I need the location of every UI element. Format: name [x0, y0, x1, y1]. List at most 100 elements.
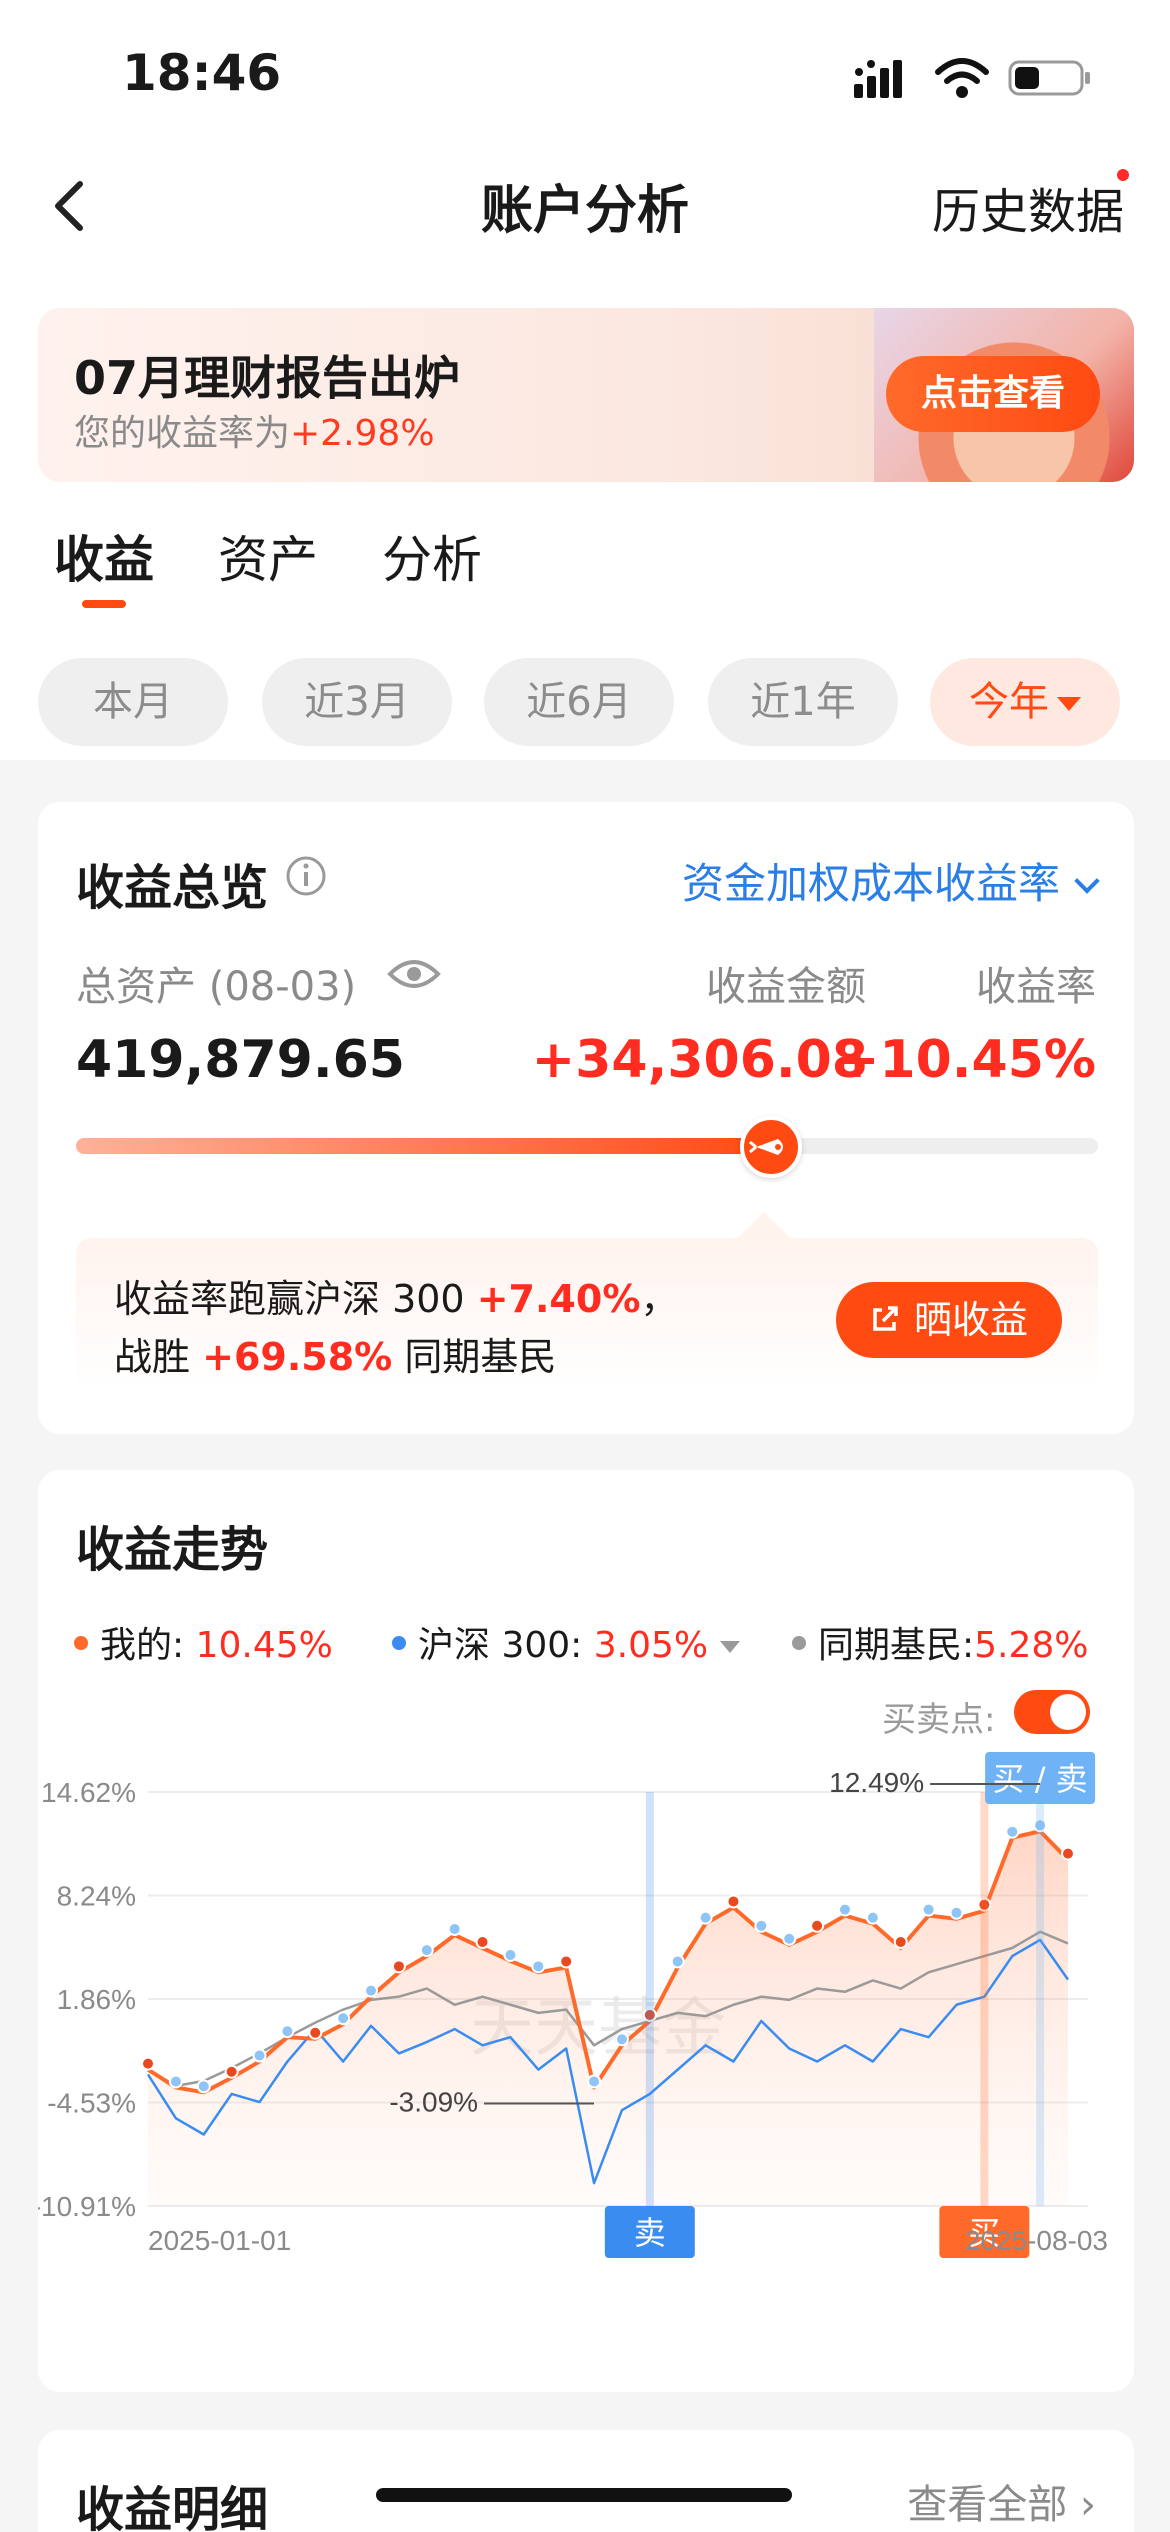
- annotation-label: 12.49%: [829, 1767, 924, 1798]
- data-point: [1061, 1846, 1075, 1861]
- data-point: [168, 2074, 183, 2089]
- data-point: [726, 1894, 741, 1909]
- data-point: [196, 2079, 211, 2094]
- legend-dot-peers: [792, 1636, 806, 1650]
- data-point: [614, 2032, 629, 2047]
- tab-earnings[interactable]: 收益: [54, 520, 154, 592]
- history-data-link[interactable]: 历史数据: [932, 172, 1124, 242]
- active-tab-indicator: [82, 600, 126, 608]
- y-tick-label: 14.62%: [41, 1777, 136, 1808]
- chip-this-year-label: 今年: [969, 679, 1049, 725]
- chip-this-month[interactable]: 本月: [38, 658, 228, 746]
- see-all-label: 查看全部: [907, 2482, 1068, 2528]
- y-tick-label: 8.24%: [57, 1881, 136, 1912]
- data-point: [893, 1935, 908, 1949]
- home-indicator: [376, 2488, 792, 2502]
- legend-peers-label: 同期基民:: [818, 1625, 975, 1666]
- data-point: [364, 1983, 379, 1998]
- data-point: [391, 1959, 406, 1974]
- marker-stem: [1036, 1804, 1045, 2206]
- compare-suffix-1: ，: [640, 1277, 679, 1321]
- marker-stem: [645, 1792, 654, 2206]
- marker-label: 卖: [634, 2214, 666, 2252]
- marker-label: 买 / 卖: [993, 1760, 1088, 1798]
- compare-prefix-2: 战胜: [114, 1335, 191, 1379]
- data-point: [670, 1954, 685, 1969]
- chevron-down-icon: [1074, 868, 1100, 894]
- chip-1-year[interactable]: 近1年: [708, 658, 898, 746]
- caret-down-icon: [1057, 697, 1081, 711]
- rocket-icon: [739, 1116, 802, 1178]
- nav-bar: 账户分析 历史数据: [0, 150, 1170, 260]
- share-icon: [873, 1305, 898, 1331]
- banner-title: 07月理财报告出炉: [74, 351, 461, 405]
- callout-pointer: [738, 1212, 790, 1238]
- x-end-label: 2025-08-03: [965, 2225, 1108, 2256]
- data-point: [587, 2074, 602, 2089]
- beat-progress-bar: [76, 1138, 1098, 1154]
- compare-prefix-1: 收益率跑赢沪深 300: [114, 1277, 465, 1321]
- battery-icon: [1008, 60, 1090, 96]
- data-point: [224, 2064, 239, 2079]
- y-tick-label: -10.91%: [38, 2191, 136, 2222]
- rocket-glyph-icon: [748, 1139, 783, 1155]
- y-tick-label: -4.53%: [47, 2088, 136, 2119]
- toggle-knob: [1050, 1694, 1086, 1730]
- benchmark-comparison: 收益率跑赢沪深 300 +7.40%， 战胜 +69.58% 同期基民 晒收益: [76, 1238, 1098, 1392]
- data-point: [475, 1935, 490, 1949]
- data-point: [921, 1902, 936, 1917]
- view-report-button[interactable]: 点击查看: [886, 356, 1100, 432]
- report-banner[interactable]: 07月理财报告出炉 您的收益率为+2.98% 点击查看: [38, 308, 1134, 482]
- data-point: [419, 1943, 434, 1958]
- data-point: [559, 1954, 574, 1969]
- eye-icon[interactable]: [386, 954, 442, 994]
- legend-peers-value: 5.28%: [974, 1625, 1089, 1666]
- data-point: [949, 1905, 964, 1920]
- profit-amount-value: +34,306.08: [531, 1030, 868, 1090]
- data-point: [837, 1902, 852, 1917]
- x-start-label: 2025-01-01: [148, 2225, 291, 2256]
- banner-subtitle: 您的收益率为+2.98%: [74, 404, 435, 456]
- tab-analysis[interactable]: 分析: [382, 520, 482, 592]
- annotation-label: -3.09%: [389, 2086, 478, 2117]
- chip-6-months[interactable]: 近6月: [484, 658, 674, 746]
- marker-stem: [980, 1792, 989, 2206]
- banner-subtitle-prefix: 您的收益率为: [74, 413, 291, 454]
- compare-suffix-2: 同期基民: [404, 1335, 557, 1379]
- caret-down-icon: [720, 1641, 741, 1653]
- legend-csi300-value: 3.05%: [593, 1625, 709, 1666]
- y-tick-label: 1.86%: [57, 1984, 136, 2015]
- rate-type-dropdown[interactable]: 资金加权成本收益率: [681, 850, 1100, 911]
- beat-progress-fill: [76, 1138, 771, 1154]
- legend-csi300-label: 沪深 300:: [418, 1625, 583, 1666]
- earnings-trend-card: 收益走势 我的: 10.45% 沪深 300: 3.05% 同期基民:5.28%…: [38, 1470, 1134, 2392]
- legend-mine: 我的: 10.45%: [74, 1616, 333, 1668]
- earnings-overview-card: 收益总览 资金加权成本收益率 总资产 (08-03) 收益金额 收益率 419,…: [38, 802, 1134, 1434]
- overview-title: 收益总览: [76, 860, 269, 916]
- data-point: [810, 1918, 825, 1933]
- tab-assets[interactable]: 资产: [218, 520, 318, 592]
- compare-line-2: 战胜 +69.58% 同期基民: [114, 1326, 556, 1381]
- legend-csi300[interactable]: 沪深 300: 3.05%: [392, 1616, 741, 1668]
- total-assets-label: 总资产 (08-03): [76, 964, 357, 1010]
- chip-3-months[interactable]: 近3月: [262, 658, 452, 746]
- trend-chart[interactable]: 14.62%8.24%1.86%-4.53%-10.91%天天基金卖 买买 / 卖…: [38, 1750, 1134, 2390]
- legend-mine-value: 10.45%: [195, 1625, 333, 1666]
- rate-type-label: 资金加权成本收益率: [681, 859, 1060, 908]
- legend-peers: 同期基民:5.28%: [792, 1616, 1089, 1668]
- chip-this-year[interactable]: 今年: [930, 658, 1120, 746]
- data-point: [280, 2024, 295, 2039]
- see-all-link[interactable]: 查看全部 ›: [907, 2472, 1096, 2530]
- beat-peers-value: +69.58%: [202, 1335, 393, 1379]
- legend-dot-csi300: [392, 1636, 406, 1650]
- share-label: 晒收益: [913, 1298, 1028, 1342]
- share-earnings-button[interactable]: 晒收益: [836, 1282, 1062, 1358]
- info-icon[interactable]: [284, 854, 328, 898]
- banner-rate: +2.98%: [290, 413, 435, 454]
- data-point: [503, 1947, 518, 1962]
- profit-amount-label: 收益金额: [706, 964, 866, 1010]
- data-point: [1005, 1824, 1020, 1839]
- data-point: [447, 1922, 462, 1937]
- buy-sell-toggle[interactable]: [1014, 1690, 1090, 1734]
- data-point: [252, 2048, 267, 2063]
